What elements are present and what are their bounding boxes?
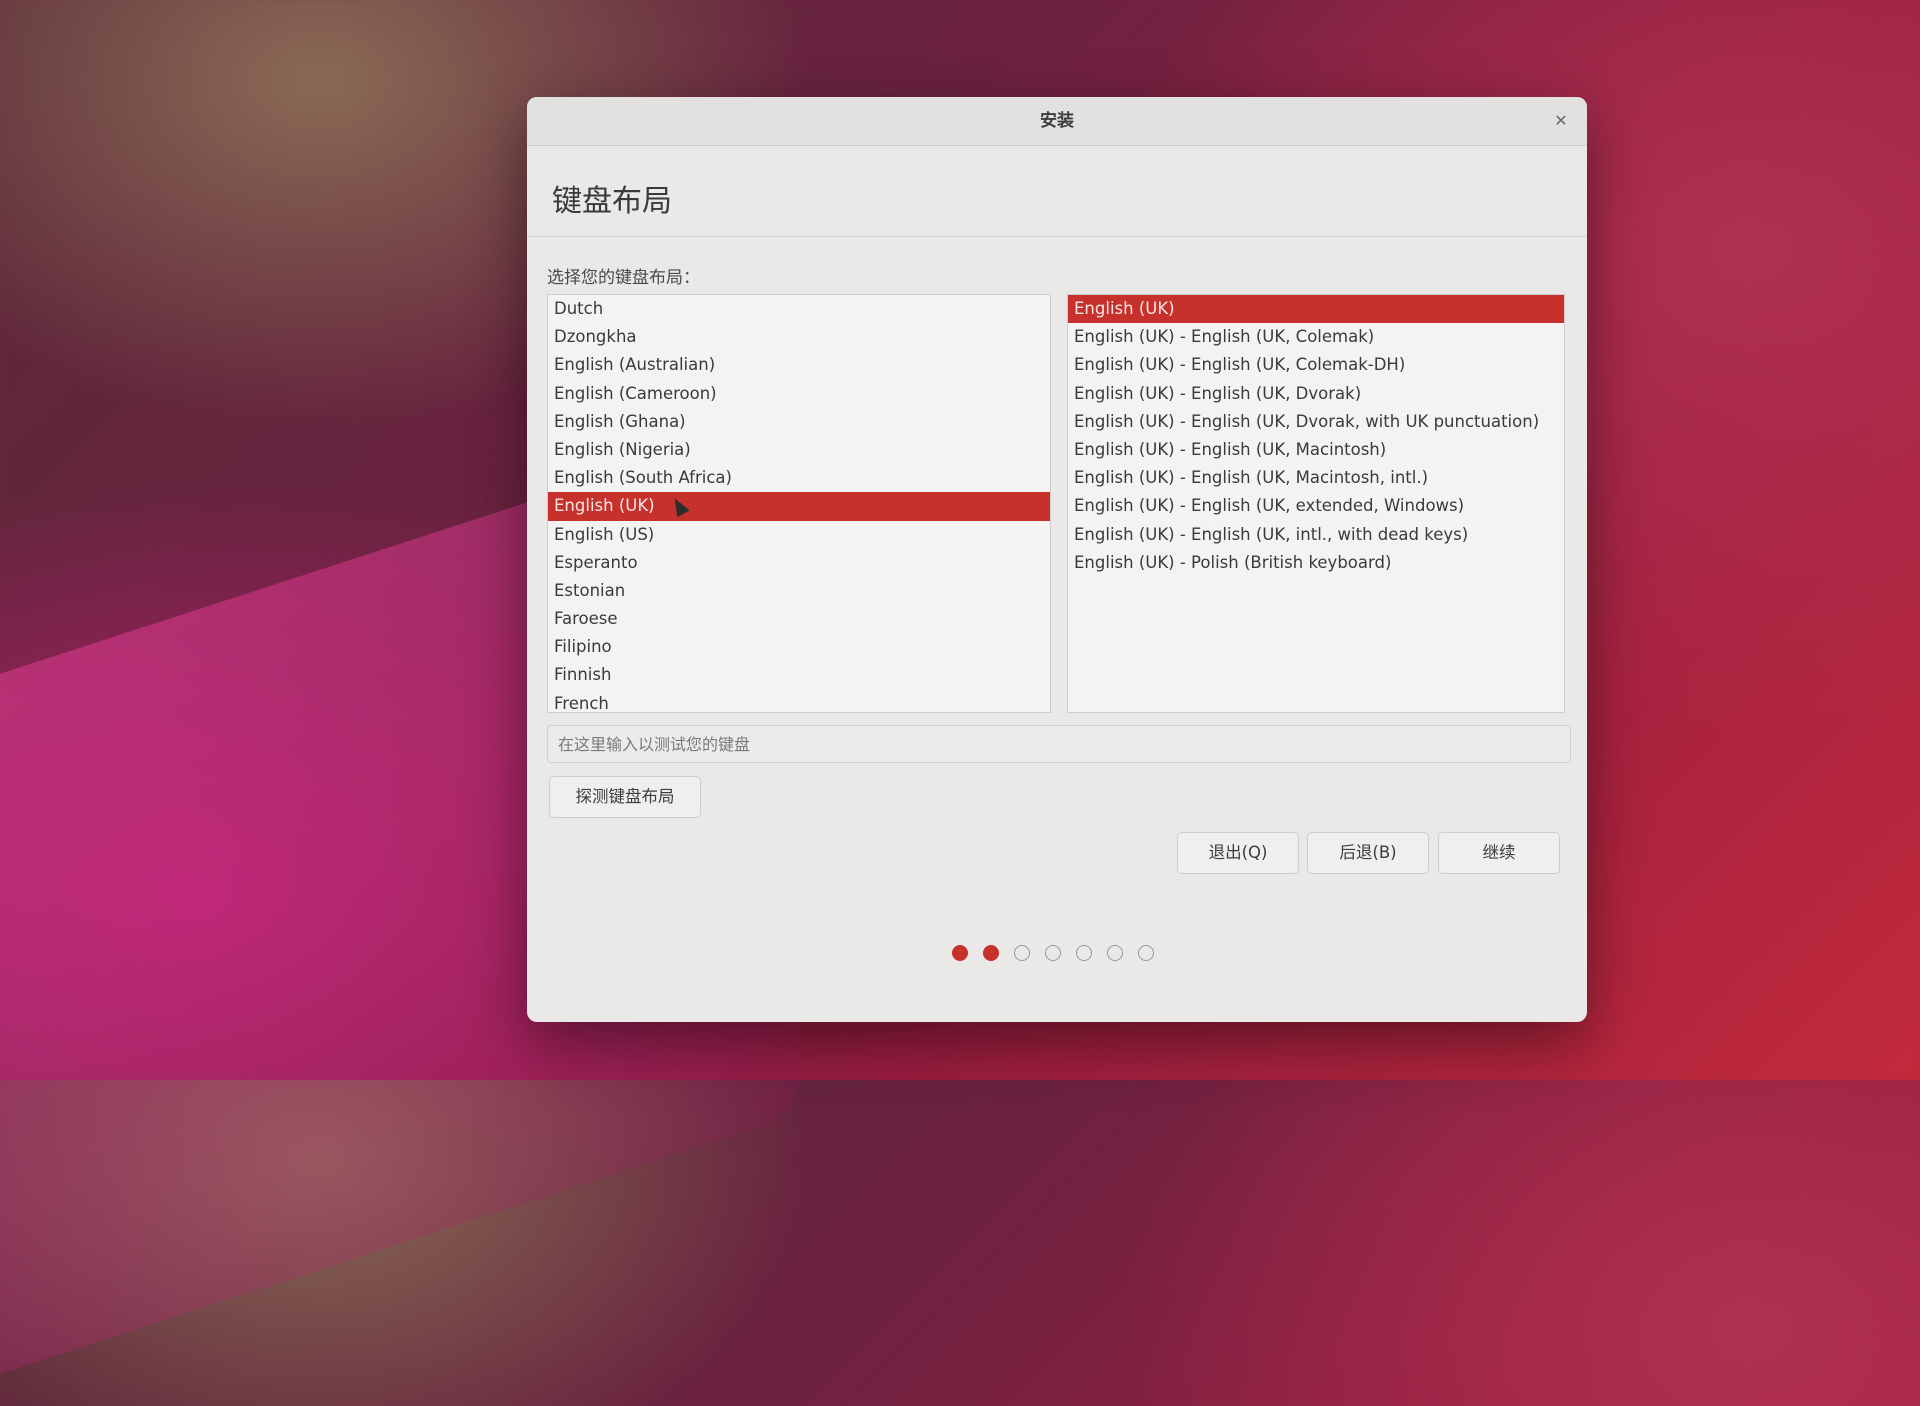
layout-prompt: 选择您的键盘布局： [547,268,700,288]
layout-list-item[interactable]: English (Australian) [548,351,1050,379]
layout-list-item[interactable]: English (US) [548,521,1050,549]
step-dot-pending [1045,945,1061,961]
variant-list-item[interactable]: English (UK) - Polish (British keyboard) [1068,549,1564,577]
variant-list-item[interactable]: English (UK) - English (UK, intl., with … [1068,521,1564,549]
keyboard-variant-list[interactable]: English (UK) English (UK) - English (UK, … [1067,294,1565,713]
variant-list-item[interactable]: English (UK) - English (UK, Macintosh) [1068,436,1564,464]
continue-button[interactable]: 继续 [1438,832,1560,874]
layout-list-item[interactable]: English (UK) [548,492,1050,521]
variant-list-item[interactable]: English (UK) [1068,295,1564,324]
step-dot-complete [983,945,999,961]
step-dot-pending [1138,945,1154,961]
page-title: 键盘布局 [552,184,672,219]
close-icon[interactable]: ✕ [1549,109,1573,133]
layout-list-item[interactable]: Estonian [548,577,1050,605]
variant-list-item[interactable]: English (UK) - English (UK, Dvorak) [1068,380,1564,408]
variant-list-item[interactable]: English (UK) - English (UK, Colemak) [1068,323,1564,351]
layout-list-item[interactable]: English (Cameroon) [548,380,1050,408]
detect-layout-button[interactable]: 探测键盘布局 [549,776,701,818]
variant-list-item[interactable]: English (UK) - English (UK, Colemak-DH) [1068,351,1564,379]
page-header: 键盘布局 [527,146,1587,237]
step-dot-pending [1076,945,1092,961]
step-dot-pending [1014,945,1030,961]
keyboard-test-input[interactable] [547,725,1571,763]
step-progress-indicator [952,945,1154,965]
title-bar: 安装 ✕ [527,97,1587,146]
variant-list-item[interactable]: English (UK) - English (UK, Macintosh, i… [1068,464,1564,492]
layout-list-item[interactable]: English (South Africa) [548,464,1050,492]
layout-list-item[interactable]: Finnish [548,661,1050,689]
quit-button[interactable]: 退出(Q) [1177,832,1299,874]
layout-list-item[interactable]: Dutch [548,295,1050,323]
window-title: 安装 [1040,111,1074,131]
variant-list-item[interactable]: English (UK) - English (UK, extended, Wi… [1068,492,1564,520]
keyboard-layout-list[interactable]: Dutch Dzongkha English (Australian) English… [547,294,1051,713]
installer-window: 安装 ✕ 键盘布局 选择您的键盘布局： Dutch Dzongkha English… [527,97,1587,1022]
back-button[interactable]: 后退(B) [1307,832,1429,874]
variant-list-item[interactable]: English (UK) - English (UK, Dvorak, with… [1068,408,1564,436]
layout-list-item[interactable]: Filipino [548,633,1050,661]
step-dot-pending [1107,945,1123,961]
layout-list-item[interactable]: Dzongkha [548,323,1050,351]
layout-list-item[interactable]: Faroese [548,605,1050,633]
step-dot-complete [952,945,968,961]
layout-list-item[interactable]: English (Nigeria) [548,436,1050,464]
layout-list-item[interactable]: Esperanto [548,549,1050,577]
layout-list-item[interactable]: English (Ghana) [548,408,1050,436]
layout-list-item[interactable]: French [548,690,1050,712]
